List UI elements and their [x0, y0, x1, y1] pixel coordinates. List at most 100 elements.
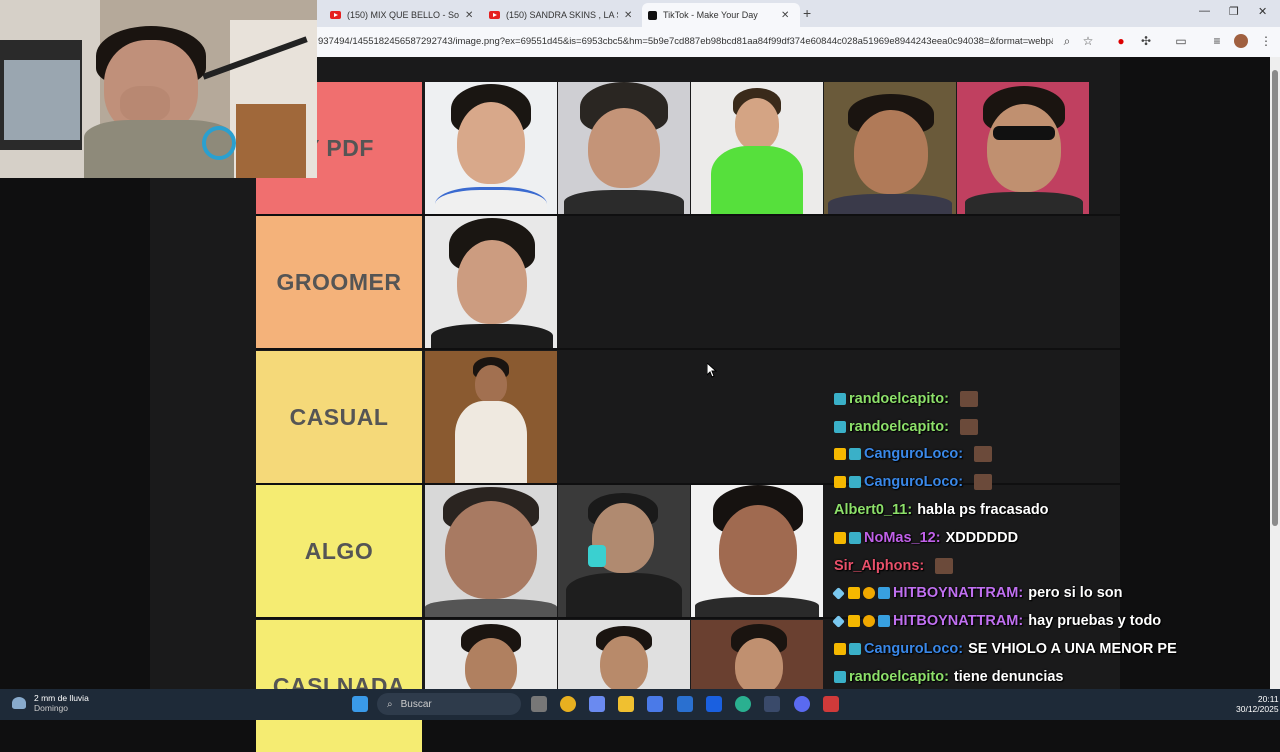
crown-badge-icon — [834, 643, 846, 656]
chat-text: habla ps fracasado — [917, 502, 1049, 519]
chat-username: randoelcapito: — [849, 668, 949, 685]
crown-badge-icon — [834, 531, 846, 544]
store-icon[interactable] — [647, 696, 663, 712]
tier-label: ALGO — [256, 485, 422, 617]
chat-overlay: randoelcapito: randoelcapito: CanguroLoco:… — [832, 385, 1274, 719]
person-photo — [691, 620, 823, 689]
chat-message: HITBOYNATTRAM: hay pruebas y todo — [832, 607, 1274, 635]
one-badge-icon — [863, 587, 875, 600]
sword-badge-icon — [832, 614, 845, 628]
crown-badge-icon — [834, 476, 846, 489]
chat-text: SE VHIOLO A UNA MENOR PE — [968, 641, 1177, 658]
new-tab-button[interactable]: + — [803, 5, 811, 21]
restore-icon[interactable]: ❐ — [1229, 5, 1239, 18]
chat-message: CanguroLoco: SE VHIOLO A UNA MENOR PE — [834, 635, 1274, 663]
bookmark-star-icon[interactable]: ☆ — [1081, 34, 1095, 48]
search-icon: ⌕ — [387, 698, 393, 710]
one-badge-icon — [863, 615, 875, 628]
gift-badge-icon — [849, 531, 861, 544]
crown-badge-icon — [848, 615, 860, 628]
sword-badge-icon — [832, 587, 845, 600]
person-photo — [425, 82, 557, 214]
chat-text: tiene denuncias — [953, 668, 1064, 685]
obs-icon[interactable] — [823, 696, 839, 712]
gift-badge-icon — [849, 643, 861, 656]
chat-message: NoMas_12: XDDDDDD — [834, 524, 1274, 552]
task-view-icon[interactable] — [531, 696, 547, 712]
gift-badge-icon — [834, 392, 846, 405]
edge-icon[interactable] — [735, 696, 751, 712]
minimize-icon[interactable]: — — [1199, 5, 1210, 17]
person-photo — [558, 485, 690, 617]
chat-text: XDDDDDD — [945, 529, 1019, 546]
weather-text: 2 mm de lluvia — [34, 693, 89, 703]
close-icon[interactable]: ✕ — [624, 10, 632, 21]
cast-icon[interactable]: ▭ — [1174, 34, 1188, 48]
rain-cloud-icon — [12, 697, 26, 709]
gift-badge-icon — [849, 448, 861, 461]
windows-start-icon[interactable] — [352, 696, 368, 712]
person-photo — [425, 351, 557, 483]
chat-text: pero si lo son — [1028, 585, 1123, 602]
tier-label: GROOMER — [256, 216, 422, 348]
close-window-icon[interactable]: ✕ — [1258, 5, 1267, 18]
mail-icon[interactable] — [677, 696, 693, 712]
steam-icon[interactable] — [764, 696, 780, 712]
tab-title: (150) MIX QUE BELLO - Son de — [347, 10, 459, 20]
emote-icon — [974, 474, 993, 491]
chat-username: CanguroLoco: — [864, 446, 964, 463]
chat-username: CanguroLoco: — [864, 474, 964, 491]
person-photo — [425, 620, 557, 689]
chat-username: randoelcapito: — [849, 418, 949, 435]
tier-label: CASI NADA — [256, 620, 422, 752]
person-photo — [824, 82, 956, 214]
chat-message: Albert0_11: habla ps fracasado — [834, 496, 1274, 524]
tab-mix-que-bello[interactable]: (150) MIX QUE BELLO - Son de ✕ — [330, 3, 473, 27]
cube-badge-icon — [878, 587, 890, 600]
tiktok-icon — [648, 10, 657, 20]
close-icon[interactable]: ✕ — [465, 10, 473, 21]
profile-avatar-icon[interactable] — [1234, 34, 1248, 48]
tab-title: TikTok - Make Your Day — [663, 10, 758, 20]
chrome-icon[interactable] — [560, 696, 576, 712]
zoom-icon[interactable]: ⌕ — [1060, 34, 1074, 48]
dropbox-icon[interactable] — [706, 696, 722, 712]
chat-message: CanguroLoco: — [834, 441, 1274, 469]
chat-username: HITBOYNATTRAM: — [893, 613, 1024, 630]
youtube-icon — [489, 11, 500, 19]
chat-username: Albert0_11: — [834, 502, 913, 519]
reading-list-icon[interactable]: ≡ — [1210, 34, 1224, 48]
chat-message: randoelcapito: — [834, 413, 1274, 441]
tier-row: GROOMER — [256, 216, 1120, 350]
file-explorer-icon[interactable] — [618, 696, 634, 712]
emote-icon — [959, 390, 978, 407]
system-clock[interactable]: 20:11 30/12/2025 — [1236, 694, 1279, 714]
gift-badge-icon — [849, 476, 861, 489]
windows-taskbar: 2 mm de lluvia Domingo ⌕ Buscar 20:11 30… — [0, 689, 1280, 720]
extensions-puzzle-icon[interactable]: ✣ — [1139, 34, 1153, 48]
tab-tiktok[interactable]: TikTok - Make Your Day ✕ — [642, 3, 800, 27]
taskbar-search[interactable]: ⌕ Buscar — [377, 693, 521, 715]
close-icon[interactable]: ✕ — [781, 10, 789, 21]
emote-icon — [959, 418, 978, 435]
tab-title: (150) SANDRA SKINS , LA STRE — [506, 10, 618, 20]
extension-opera-icon[interactable]: ● — [1114, 34, 1128, 48]
discord-icon[interactable] — [794, 696, 810, 712]
person-photo — [425, 485, 557, 617]
copilot-icon[interactable] — [589, 696, 605, 712]
youtube-icon — [330, 11, 341, 19]
menu-kebab-icon[interactable]: ⋮ — [1259, 34, 1273, 48]
chat-message: randoelcapito: tiene denuncias — [834, 663, 1274, 691]
clock-date: 30/12/2025 — [1236, 704, 1279, 714]
chat-username: HITBOYNATTRAM: — [893, 585, 1024, 602]
chat-text: hay pruebas y todo — [1028, 613, 1162, 630]
emote-icon — [974, 446, 993, 463]
chat-message: CanguroLoco: — [834, 468, 1274, 496]
gift-badge-icon — [834, 670, 846, 683]
person-photo — [425, 216, 557, 348]
tab-sandra-skins[interactable]: (150) SANDRA SKINS , LA STRE ✕ — [489, 3, 632, 27]
chat-message: randoelcapito: — [834, 385, 1274, 413]
cube-badge-icon — [878, 615, 890, 628]
weather-widget[interactable]: 2 mm de lluvia Domingo — [12, 693, 89, 713]
url-field[interactable]: 937494/1455182456587292743/image.png?ex=… — [318, 36, 1053, 47]
